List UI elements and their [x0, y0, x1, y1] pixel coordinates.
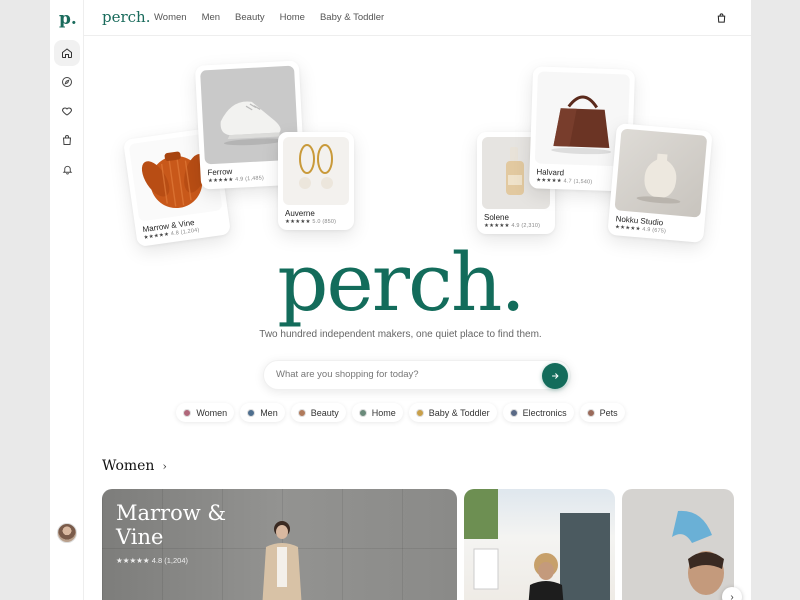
chevron-right-icon: ›	[730, 591, 734, 600]
product-card-3[interactable]	[622, 489, 734, 600]
star-rating-icon: ★★★★★	[285, 219, 311, 225]
chip-label: Beauty	[310, 407, 339, 418]
chip-beauty[interactable]: Beauty	[290, 403, 346, 422]
chip-dot-icon	[509, 408, 518, 417]
brand-dot: .	[145, 8, 151, 26]
rating-value: 4.9 (1,485)	[235, 175, 265, 183]
hero-title: perch.	[277, 236, 526, 329]
chip-dot-icon	[586, 408, 595, 417]
hero-card-rating: ★★★★★ 4.9 (2,310)	[484, 223, 550, 229]
chip-pets[interactable]: Pets	[579, 403, 625, 422]
user-avatar[interactable]	[57, 523, 77, 543]
category-chips: Women Men Beauty Home Baby & Toddler Ele…	[50, 403, 751, 422]
home-rail-button[interactable]	[54, 40, 80, 66]
favorites-rail-button[interactable]	[54, 98, 80, 124]
model-photo	[262, 521, 302, 600]
compass-icon	[62, 77, 72, 87]
chip-label: Baby & Toddler	[428, 407, 490, 418]
shopping-bag-icon	[717, 13, 726, 23]
nav-link-home[interactable]: Home	[280, 12, 305, 23]
notifications-rail-button[interactable]	[54, 156, 80, 182]
home-icon	[62, 48, 72, 58]
rating-value: 4.9 (2,310)	[511, 223, 541, 229]
carousel-next-button[interactable]: ›	[722, 587, 742, 600]
search-submit-button[interactable]	[542, 363, 568, 389]
chevron-right-icon: ›	[162, 459, 167, 473]
earrings-image	[283, 137, 349, 205]
rating-value: 4.9 (675)	[641, 226, 667, 235]
rating-value: 4.8 (1,204)	[151, 556, 188, 565]
section-title-text: Women	[102, 458, 155, 474]
chip-label: Pets	[599, 407, 618, 418]
chip-dot-icon	[358, 408, 367, 417]
explore-rail-button[interactable]	[54, 69, 80, 95]
featured-brand-rating: ★★★★★ 4.8 (1,204)	[116, 556, 188, 565]
nav-link-beauty[interactable]: Beauty	[235, 12, 265, 23]
app-window: p. perch. Women Men Beauty Home Baby & T…	[50, 0, 751, 600]
chip-electronics[interactable]: Electronics	[502, 403, 574, 422]
bag-rail-button[interactable]	[54, 127, 80, 153]
featured-brand-card[interactable]: Marrow & Vine ★★★★★ 4.8 (1,204)	[102, 489, 457, 600]
model-photo	[672, 510, 724, 595]
chip-dot-icon	[183, 408, 192, 417]
chip-baby-toddler[interactable]: Baby & Toddler	[408, 403, 497, 422]
product-card-2[interactable]	[464, 489, 615, 600]
star-rating-icon: ★★★★★	[116, 556, 150, 565]
bell-icon	[62, 165, 72, 175]
hero-card-auverne[interactable]: Auverne ★★★★★ 5.0 (850)	[278, 132, 354, 230]
chip-dot-icon	[297, 408, 306, 417]
cart-button[interactable]	[716, 11, 727, 29]
chip-women[interactable]: Women	[176, 403, 235, 422]
chip-dot-icon	[415, 408, 424, 417]
top-nav: perch. Women Men Beauty Home Baby & Todd…	[84, 0, 751, 36]
brand-logo[interactable]: perch.	[102, 8, 151, 26]
nav-links: Women Men Beauty Home Baby & Toddler	[154, 12, 399, 23]
hero-card-name: Auverne	[285, 209, 315, 218]
chip-men[interactable]: Men	[240, 403, 285, 422]
left-rail: p.	[50, 0, 84, 600]
rating-value: 4.7 (1,540)	[563, 178, 593, 186]
rail-logo[interactable]: p.	[59, 9, 77, 29]
star-rating-icon: ★★★★★	[614, 224, 641, 233]
hero-tagline: Two hundred independent makers, one quie…	[259, 329, 542, 340]
chip-dot-icon	[247, 408, 256, 417]
brand-name: perch	[102, 8, 146, 26]
hero-card-name: Solene	[484, 213, 509, 222]
nav-link-men[interactable]: Men	[202, 12, 220, 23]
featured-brand-name: Marrow & Vine	[116, 501, 227, 549]
search-bar	[263, 360, 571, 390]
star-rating-icon: ★★★★★	[536, 177, 562, 185]
chip-label: Electronics	[522, 407, 567, 418]
chip-home[interactable]: Home	[351, 403, 403, 422]
arrow-right-icon	[552, 373, 559, 379]
hero-card-nokku-studio[interactable]: Nokku Studio ★★★★★ 4.9 (675)	[607, 123, 713, 243]
search-input[interactable]	[276, 369, 526, 380]
chip-label: Women	[196, 407, 228, 418]
bag-icon	[62, 135, 72, 145]
star-rating-icon: ★★★★★	[484, 223, 510, 229]
star-rating-icon: ★★★★★	[207, 176, 234, 185]
vase-image	[614, 128, 708, 218]
hero-card-rating: ★★★★★ 5.0 (850)	[285, 219, 349, 225]
rating-value: 5.0 (850)	[312, 219, 337, 225]
heart-icon	[61, 107, 73, 116]
chip-label: Men	[260, 407, 278, 418]
nav-link-baby-toddler[interactable]: Baby & Toddler	[320, 12, 384, 23]
model-photo	[464, 489, 610, 600]
section-title-women[interactable]: Women ›	[102, 458, 167, 474]
chip-label: Home	[371, 407, 396, 418]
nav-link-women[interactable]: Women	[154, 12, 187, 23]
